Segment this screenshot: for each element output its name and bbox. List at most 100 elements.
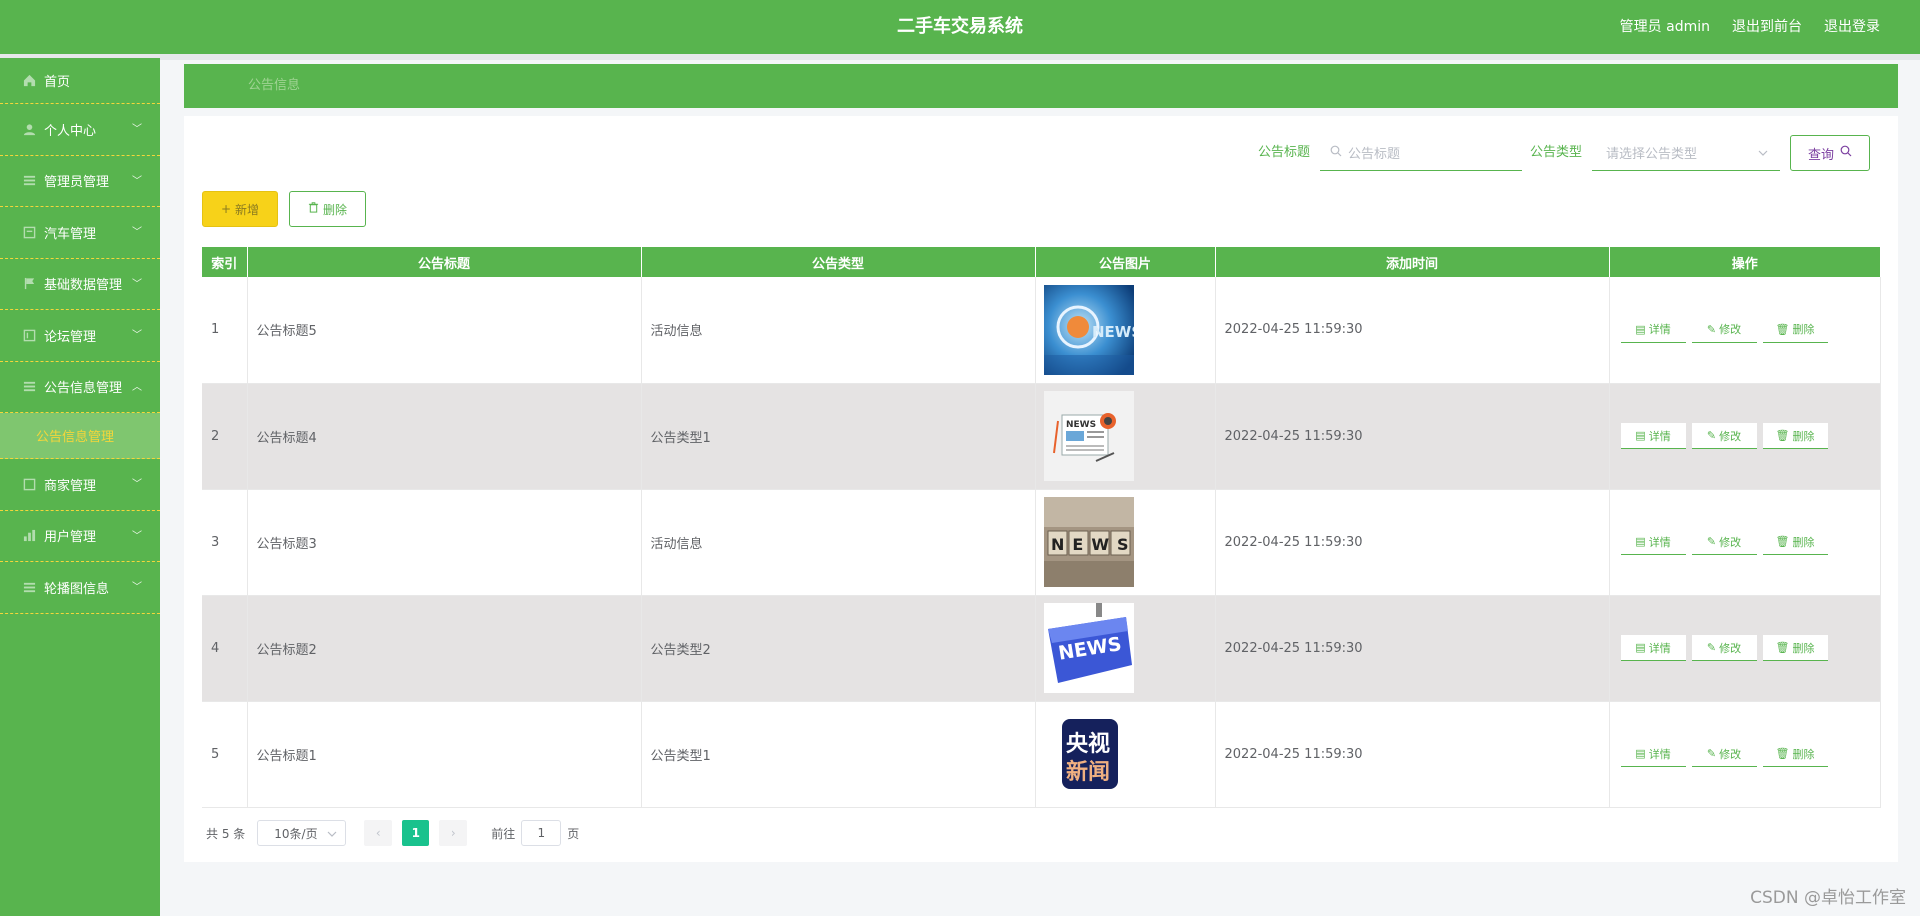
trash-icon: 🗑 — [1775, 322, 1790, 336]
flag-icon — [22, 277, 36, 291]
home-icon — [22, 74, 36, 88]
edit-button[interactable]: ✎ 修改 — [1691, 423, 1757, 449]
box-icon — [22, 225, 36, 239]
column-header-time: 添加时间 — [1215, 247, 1610, 277]
chevron-down-icon: ﹀ — [132, 479, 142, 491]
sidebar-subitem-notice-management[interactable]: 公告信息管理 — [0, 413, 160, 459]
title-search-label: 公告标题 — [1258, 145, 1311, 160]
query-button[interactable]: 查询 — [1790, 135, 1870, 171]
row-delete-label: 删除 — [1792, 323, 1815, 337]
next-page-button[interactable]: › — [439, 820, 468, 846]
chevron-down-icon — [1758, 147, 1768, 162]
sidebar: 首页 个人中心 ﹀ 管理员管理 ﹀ 汽车管理 ﹀ 基础数据管理 ﹀ 论坛管理 ﹀… — [0, 58, 160, 916]
detail-button[interactable]: ▤ 详情 — [1620, 635, 1686, 661]
pencil-icon: ✎ — [1706, 429, 1717, 442]
table-header-row: 索引 公告标题 公告类型 公告图片 添加时间 操作 — [202, 247, 1880, 277]
news-globe-image: NEWS — [1043, 284, 1134, 375]
pencil-icon: ✎ — [1706, 535, 1717, 548]
cell-actions: ▤ 详情 ✎ 修改 🗑 删除 — [1609, 383, 1881, 490]
edit-label: 修改 — [1719, 747, 1742, 761]
title-search-input[interactable]: 公告标题 — [1320, 135, 1522, 171]
sidebar-item-label: 用户管理 — [44, 530, 97, 546]
detail-button[interactable]: ▤ 详情 — [1620, 316, 1686, 343]
row-delete-label: 删除 — [1792, 429, 1815, 443]
cell-image: NEWS — [1035, 383, 1216, 490]
add-button[interactable]: + 新增 — [202, 191, 278, 227]
cell-time: 2022-04-25 11:59:30 — [1215, 701, 1610, 808]
detail-label: 详情 — [1648, 747, 1671, 761]
pagination-total: 共 5 条 — [206, 826, 246, 841]
detail-label: 详情 — [1648, 429, 1671, 443]
sidebar-item-label: 管理员管理 — [44, 175, 110, 191]
cell-time: 2022-04-25 11:59:30 — [1215, 277, 1610, 384]
goto-page-input[interactable]: 1 — [521, 820, 562, 846]
document-icon: ▤ — [1635, 641, 1646, 654]
svg-text:NEWS: NEWS — [1051, 535, 1134, 554]
edit-button[interactable]: ✎ 修改 — [1691, 635, 1757, 661]
type-select[interactable]: 请选择公告类型 — [1592, 135, 1780, 171]
prev-page-button[interactable]: ‹ — [364, 820, 393, 846]
sidebar-item-forum[interactable]: 论坛管理 ﹀ — [0, 310, 160, 362]
trash-icon: 🗑 — [1775, 535, 1790, 548]
cell-time: 2022-04-25 11:59:30 — [1215, 383, 1610, 490]
sidebar-item-label: 轮播图信息 — [44, 581, 110, 597]
sidebar-item-label: 首页 — [44, 75, 71, 90]
chevron-up-icon: ︿ — [132, 381, 142, 393]
trash-icon: 🗑 — [1775, 429, 1790, 442]
page-size-select[interactable]: 10条/页 — [257, 820, 347, 846]
news-blocks-image: NEWS — [1043, 497, 1134, 587]
cell-index: 3 — [202, 489, 248, 596]
search-icon — [1840, 145, 1852, 161]
row-delete-button[interactable]: 🗑 删除 — [1762, 316, 1828, 343]
chevron-down-icon: ﹀ — [132, 278, 142, 290]
sidebar-item-user-management[interactable]: 用户管理 ﹀ — [0, 511, 160, 562]
sidebar-item-notice-management[interactable]: 公告信息管理 ︿ — [0, 362, 160, 413]
pencil-icon: ✎ — [1706, 641, 1717, 654]
document-icon: ▤ — [1635, 747, 1646, 760]
sidebar-item-label: 商家管理 — [44, 478, 97, 494]
sidebar-item-car-management[interactable]: 汽车管理 ﹀ — [0, 207, 160, 259]
logout-link[interactable]: 退出登录 — [1824, 0, 1880, 54]
back-to-front-link[interactable]: 退出到前台 — [1732, 0, 1802, 54]
row-delete-label: 删除 — [1792, 641, 1815, 655]
cell-actions: ▤ 详情 ✎ 修改 🗑 删除 — [1609, 489, 1881, 596]
cell-actions: ▤ 详情 ✎ 修改 🗑 删除 — [1609, 277, 1881, 384]
svg-text:NEWS: NEWS — [1066, 420, 1096, 430]
cell-title: 公告标题5 — [247, 277, 642, 384]
chevron-down-icon: ﹀ — [132, 330, 142, 342]
sidebar-item-carousel[interactable]: 轮播图信息 ﹀ — [0, 562, 160, 614]
goto-prefix: 前往 — [491, 826, 516, 841]
page-number-1[interactable]: 1 — [402, 820, 430, 846]
cell-title: 公告标题4 — [247, 383, 642, 490]
page-size-value: 10条/页 — [274, 826, 318, 841]
detail-button[interactable]: ▤ 详情 — [1620, 741, 1686, 767]
sidebar-item-home[interactable]: 首页 — [0, 58, 160, 104]
breadcrumb-current: 公告信息 — [248, 78, 301, 93]
edit-button[interactable]: ✎ 修改 — [1691, 741, 1757, 767]
cell-type: 活动信息 — [641, 489, 1036, 596]
edit-label: 修改 — [1719, 323, 1742, 337]
cell-title: 公告标题1 — [247, 701, 642, 808]
row-delete-button[interactable]: 🗑 删除 — [1762, 635, 1828, 661]
sidebar-subitem-label: 公告信息管理 — [36, 430, 115, 445]
row-delete-button[interactable]: 🗑 删除 — [1762, 423, 1828, 449]
sidebar-item-basic-data[interactable]: 基础数据管理 ﹀ — [0, 259, 160, 310]
news-key-image: NEWS — [1043, 603, 1134, 693]
column-header-title: 公告标题 — [247, 247, 642, 277]
document-icon: ▤ — [1635, 535, 1646, 548]
cell-title: 公告标题3 — [247, 489, 642, 596]
top-header: 二手车交易系统 管理员 admin 退出到前台 退出登录 — [0, 0, 1920, 54]
row-delete-button[interactable]: 🗑 删除 — [1762, 529, 1828, 555]
cell-index: 5 — [202, 701, 248, 808]
chevron-down-icon: ﹀ — [132, 124, 142, 136]
query-button-label: 查询 — [1807, 147, 1834, 163]
row-delete-button[interactable]: 🗑 删除 — [1762, 741, 1828, 767]
edit-button[interactable]: ✎ 修改 — [1691, 529, 1757, 555]
cell-type: 公告类型2 — [641, 595, 1036, 702]
detail-button[interactable]: ▤ 详情 — [1620, 423, 1686, 449]
sidebar-item-merchant-management[interactable]: 商家管理 ﹀ — [0, 459, 160, 511]
table-row: 3 公告标题3 活动信息 NEWS 2022-04-25 11:59:30 ▤ … — [202, 489, 1881, 596]
batch-delete-button[interactable]: 删除 — [289, 191, 366, 227]
edit-button[interactable]: ✎ 修改 — [1691, 316, 1757, 343]
detail-button[interactable]: ▤ 详情 — [1620, 529, 1686, 555]
